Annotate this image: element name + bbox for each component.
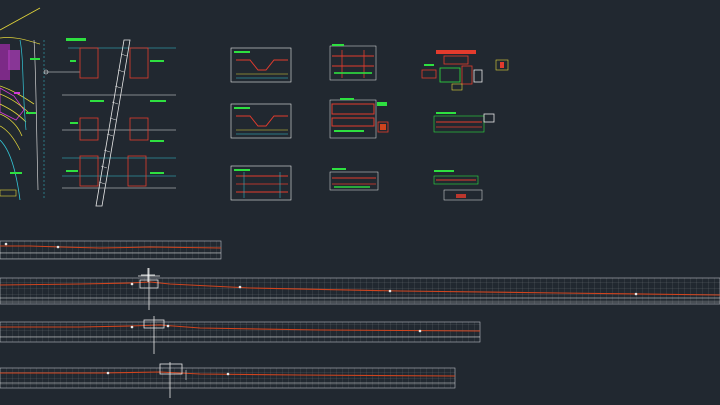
detail-5[interactable] — [433, 112, 495, 133]
detail-3[interactable] — [329, 168, 379, 191]
detail-4[interactable] — [421, 50, 509, 91]
profile-2[interactable] — [0, 268, 720, 310]
cross-section-2[interactable] — [230, 103, 292, 139]
profile-3[interactable] — [0, 316, 481, 354]
detail-1[interactable] — [329, 44, 377, 81]
profile-4[interactable] — [0, 362, 456, 398]
detail-2[interactable] — [329, 98, 389, 139]
cross-section-1[interactable] — [230, 47, 292, 83]
profile-1[interactable] — [0, 240, 222, 260]
cad-model-space[interactable] — [0, 0, 720, 405]
drawing-canvas[interactable] — [0, 0, 720, 405]
cross-section-3[interactable] — [230, 165, 292, 201]
detail-6[interactable] — [433, 170, 483, 201]
plan-grid — [62, 38, 176, 207]
